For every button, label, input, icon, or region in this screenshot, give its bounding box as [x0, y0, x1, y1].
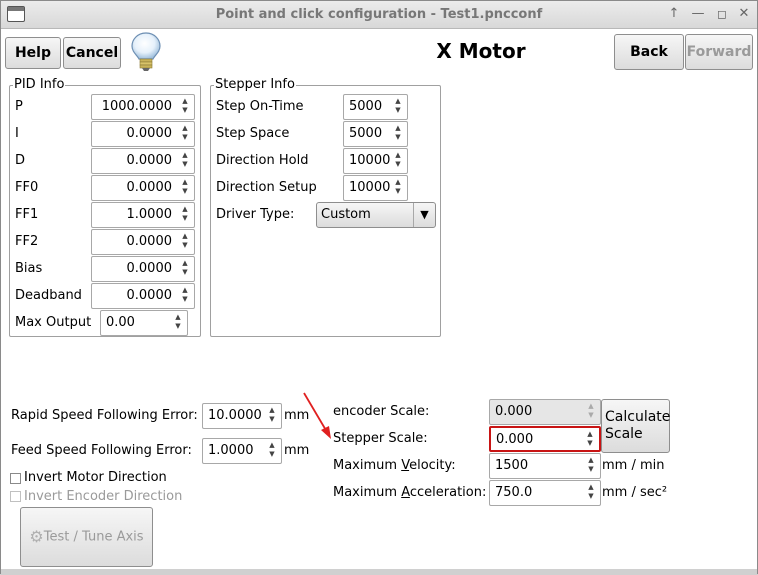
- spin-arrows-icon[interactable]: ▲ ▼: [585, 456, 597, 476]
- pid-ff1-spin[interactable]: 1.0000 ▲ ▼: [91, 202, 195, 228]
- spin-arrows-icon[interactable]: ▲ ▼: [392, 97, 404, 117]
- direction-hold-label: Direction Hold: [216, 153, 309, 168]
- step-space-spin[interactable]: 5000 ▲ ▼: [343, 121, 408, 147]
- encoder-scale-label: encoder Scale:: [333, 404, 430, 419]
- spin-arrows-icon[interactable]: ▲ ▼: [179, 97, 191, 117]
- spin-arrows-icon[interactable]: ▲ ▼: [179, 178, 191, 198]
- max-acceleration-unit: mm / sec²: [602, 485, 668, 500]
- step-on-time-label: Step On-Time: [216, 99, 304, 114]
- forward-button[interactable]: Forward: [685, 34, 753, 70]
- rapid-following-error-spin[interactable]: 10.0000 ▲ ▼: [202, 403, 282, 429]
- spin-arrows-icon[interactable]: ▲ ▼: [584, 430, 596, 450]
- pid-i-spin[interactable]: 0.0000 ▲ ▼: [91, 121, 195, 147]
- max-acceleration-label: Maximum Acceleration:: [333, 485, 487, 500]
- minimize-icon[interactable]: —: [689, 5, 707, 23]
- spin-arrows-icon[interactable]: ▲ ▼: [179, 259, 191, 279]
- test-tune-axis-button[interactable]: ⚙Test / Tune Axis: [20, 507, 153, 567]
- step-on-time-spin[interactable]: 5000 ▲ ▼: [343, 94, 408, 120]
- cancel-button[interactable]: Cancel: [63, 37, 121, 69]
- pid-max-output-spin[interactable]: 0.00 ▲ ▼: [100, 310, 188, 336]
- pid-p-spin[interactable]: 1000.0000 ▲ ▼: [91, 94, 195, 120]
- spin-arrows-icon[interactable]: ▲ ▼: [179, 286, 191, 306]
- spin-arrows-icon[interactable]: ▲ ▼: [266, 406, 278, 426]
- window-bottom-edge: [1, 569, 757, 575]
- pid-label-ff0: FF0: [15, 180, 39, 195]
- spin-arrows-icon[interactable]: ▲ ▼: [179, 232, 191, 252]
- calculate-scale-button[interactable]: Calculate Scale: [601, 399, 670, 453]
- pid-label-ff1: FF1: [15, 207, 39, 222]
- pid-ff0-spin[interactable]: 0.0000 ▲ ▼: [91, 175, 195, 201]
- pid-label-bias: Bias: [15, 261, 43, 276]
- encoder-scale-spin: 0.000 ▲ ▼: [489, 399, 601, 425]
- spin-arrows-icon[interactable]: ▲ ▼: [266, 441, 278, 461]
- title-bar[interactable]: Point and click configuration - Test1.pn…: [1, 1, 757, 29]
- stepper-scale-label: Stepper Scale:: [333, 431, 428, 446]
- invert-encoder-label[interactable]: Invert Encoder Direction: [24, 489, 182, 504]
- invert-motor-label[interactable]: Invert Motor Direction: [24, 470, 167, 485]
- max-acceleration-spin[interactable]: 750.0 ▲ ▼: [489, 480, 601, 506]
- step-space-label: Step Space: [216, 126, 290, 141]
- back-button[interactable]: Back: [614, 34, 684, 70]
- pid-label-p: P: [15, 99, 23, 114]
- restore-icon[interactable]: ◻: [713, 5, 731, 23]
- invert-motor-checkbox[interactable]: [10, 473, 21, 484]
- close-icon[interactable]: ✕: [735, 5, 753, 23]
- page-title: X Motor: [436, 39, 526, 63]
- max-velocity-label: Maximum Velocity:: [333, 458, 456, 473]
- pid-d-spin[interactable]: 0.0000 ▲ ▼: [91, 148, 195, 174]
- driver-type-select[interactable]: Custom ▼: [316, 202, 436, 228]
- annotation-arrow-icon: [303, 392, 331, 439]
- maximize-icon[interactable]: ↑: [665, 5, 683, 23]
- stepper-info-title: Stepper Info: [214, 77, 296, 92]
- feed-following-error-spin[interactable]: 1.0000 ▲ ▼: [202, 438, 282, 464]
- max-velocity-spin[interactable]: 1500 ▲ ▼: [489, 453, 601, 479]
- direction-setup-spin[interactable]: 10000 ▲ ▼: [343, 175, 408, 201]
- max-velocity-unit: mm / min: [602, 458, 665, 473]
- spin-arrows-icon[interactable]: ▲ ▼: [392, 124, 404, 144]
- pid-label-deadband: Deadband: [15, 288, 82, 303]
- chevron-down-icon[interactable]: ▼: [413, 203, 435, 227]
- spin-arrows-icon[interactable]: ▲ ▼: [179, 124, 191, 144]
- help-button[interactable]: Help: [5, 37, 61, 69]
- spin-arrows-icon: ▲ ▼: [588, 402, 594, 419]
- pid-label-i: I: [15, 126, 19, 141]
- spin-arrows-icon[interactable]: ▲ ▼: [585, 483, 597, 503]
- feed-following-error-label: Feed Speed Following Error:: [11, 443, 192, 458]
- pid-label-ff2: FF2: [15, 234, 39, 249]
- pid-label-d: D: [15, 153, 26, 168]
- window-title: Point and click configuration - Test1.pn…: [215, 7, 543, 22]
- spin-arrows-icon[interactable]: ▲ ▼: [392, 178, 404, 198]
- driver-type-label: Driver Type:: [216, 207, 295, 222]
- lightbulb-icon: [131, 32, 161, 71]
- spin-arrows-icon[interactable]: ▲ ▼: [179, 151, 191, 171]
- spin-arrows-icon[interactable]: ▲ ▼: [392, 151, 404, 171]
- direction-hold-spin[interactable]: 10000 ▲ ▼: [343, 148, 408, 174]
- spin-arrows-icon[interactable]: ▲ ▼: [172, 313, 184, 333]
- pid-ff2-spin[interactable]: 0.0000 ▲ ▼: [91, 229, 195, 255]
- invert-encoder-checkbox[interactable]: [10, 491, 21, 502]
- pid-label-max-output: Max Output: [15, 315, 92, 330]
- spin-arrows-icon[interactable]: ▲ ▼: [179, 205, 191, 225]
- application-window: Point and click configuration - Test1.pn…: [0, 0, 758, 575]
- pid-deadband-spin[interactable]: 0.0000 ▲ ▼: [91, 283, 195, 309]
- pid-bias-spin[interactable]: 0.0000 ▲ ▼: [91, 256, 195, 282]
- rapid-following-error-label: Rapid Speed Following Error:: [11, 408, 198, 423]
- direction-setup-label: Direction Setup: [216, 180, 317, 195]
- pid-info-title: PID Info: [13, 77, 66, 92]
- gear-icon: ⚙: [29, 527, 44, 546]
- stepper-scale-spin[interactable]: 0.000 ▲ ▼: [489, 426, 601, 452]
